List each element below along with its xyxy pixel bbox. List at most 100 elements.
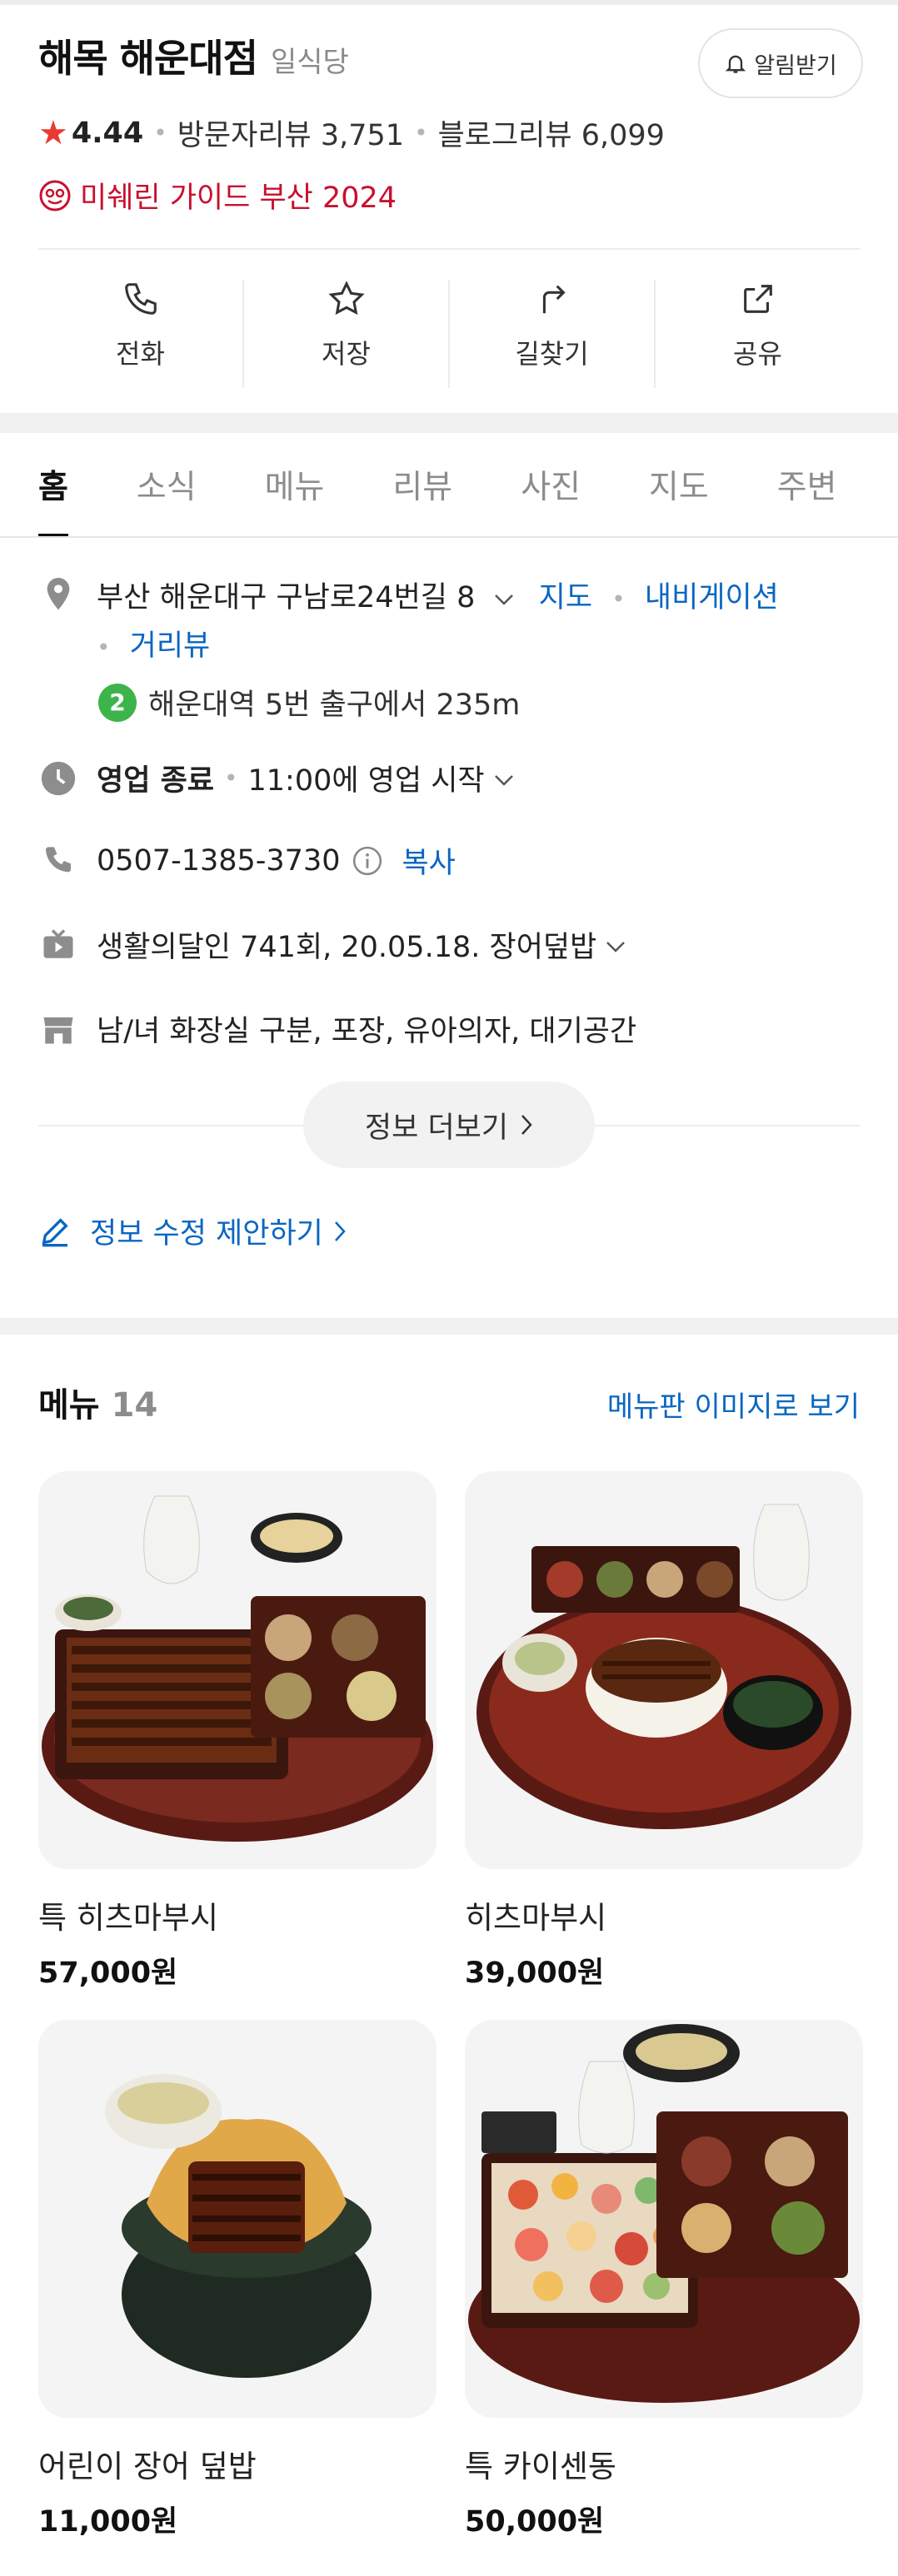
michelin-label: 미쉐린 가이드 부산 2024 [80, 182, 397, 215]
tab-bar: 홈 소식 메뉴 리뷰 사진 지도 주변 [0, 433, 898, 538]
tab-news[interactable]: 소식 [137, 433, 197, 536]
navigation-link[interactable]: 내비게이션 [645, 581, 779, 614]
call-button[interactable]: 전화 [38, 280, 244, 388]
chevron-right-icon [520, 1113, 533, 1136]
rating-score: 4.44 [71, 116, 144, 150]
menu-count: 14 [111, 1386, 158, 1425]
menu-header: 메뉴 14 메뉴판 이미지로 보기 [38, 1378, 860, 1426]
tab-menu[interactable]: 메뉴 [265, 433, 325, 536]
header-divider [38, 248, 860, 250]
more-info-button[interactable]: 정보 더보기 [303, 1082, 595, 1168]
menu-item-photo [465, 2020, 863, 2418]
amenities-text: 남/녀 화장실 구분, 포장, 유아의자, 대기공간 [97, 1015, 637, 1048]
menu-item[interactable]: 히츠마부시 39,000원 [465, 1471, 863, 1992]
phone-icon [38, 841, 78, 881]
menu-item-price: 11,000원 [38, 2505, 178, 2539]
tv-row[interactable]: 생활의달인 741회, 20.05.18. 장어덮밥 [38, 923, 860, 966]
star-icon [327, 281, 365, 316]
address-text: 부산 해운대구 구남로24번길 8 [97, 581, 476, 614]
section-gap [0, 1318, 898, 1335]
location-pin-icon [38, 574, 78, 614]
directions-icon [542, 285, 566, 314]
hours-next: 11:00에 영업 시작 [247, 764, 485, 798]
clock-icon [38, 758, 78, 798]
tab-reviews[interactable]: 리뷰 [392, 433, 452, 536]
chevron-down-icon[interactable] [493, 574, 515, 621]
map-link[interactable]: 지도 [539, 581, 592, 614]
pencil-icon [42, 1217, 68, 1246]
tab-home[interactable]: 홈 [38, 433, 68, 536]
place-name: 해목 해운대점 [38, 36, 258, 81]
menu-item-name: 어린이 장어 덮밥 [38, 2449, 257, 2484]
save-button[interactable]: 저장 [244, 280, 450, 388]
share-button[interactable]: 공유 [656, 280, 860, 388]
blog-reviews-link[interactable]: 블로그리뷰 6,099 [438, 112, 665, 154]
menu-title: 메뉴 14 [38, 1378, 157, 1426]
more-info-label: 정보 더보기 [364, 1111, 509, 1145]
copy-button[interactable]: 복사 [402, 839, 455, 882]
amenities-row: 남/녀 화장실 구분, 포장, 유아의자, 대기공간 [38, 1007, 860, 1050]
menu-item[interactable]: 특 카이센동 50,000원 [465, 2020, 863, 2540]
separator-dot: • [153, 119, 167, 147]
chevron-down-icon[interactable] [493, 762, 515, 795]
phone-icon [124, 283, 157, 315]
section-gap [0, 413, 898, 433]
bell-icon [726, 55, 746, 73]
menu-title-text: 메뉴 [38, 1386, 100, 1425]
visitor-reviews-link[interactable]: 방문자리뷰 3,751 [177, 112, 404, 154]
info-section: 부산 해운대구 구남로24번길 8 지도 • 내비게이션 • 거리뷰 2 해운대… [0, 538, 898, 1318]
save-label: 저장 [322, 338, 371, 370]
chevron-right-icon [333, 1220, 365, 1243]
menu-item-name: 히츠마부시 [465, 1900, 607, 1936]
subway-text: 해운대역 5번 출구에서 235m [148, 689, 521, 722]
info-icon[interactable] [352, 845, 383, 877]
menu-item-photo [38, 1471, 437, 1869]
subway-line-badge: 2 [98, 683, 137, 722]
menu-item-photo [465, 1471, 863, 1869]
place-category: 일식당 [270, 46, 349, 79]
hours-status: 영업 종료 [97, 764, 214, 798]
share-icon [743, 285, 772, 313]
tab-nearby[interactable]: 주변 [777, 433, 837, 536]
separator-dot: • [224, 764, 238, 792]
store-icon [38, 1009, 78, 1049]
suggest-edit-label: 정보 수정 제안하기 [90, 1217, 323, 1251]
michelin-icon [39, 180, 71, 211]
tab-photos[interactable]: 사진 [521, 433, 581, 536]
menu-item[interactable]: 어린이 장어 덮밥 11,000원 [38, 2020, 437, 2540]
menu-image-view-link[interactable]: 메뉴판 이미지로 보기 [607, 1384, 860, 1425]
subway-row: 2 해운대역 5번 출구에서 235m [98, 681, 860, 724]
separator-dot: • [611, 585, 626, 613]
roadview-link[interactable]: 거리뷰 [130, 629, 211, 663]
menu-grid: 특 히츠마부시 57,000원 히츠마부시 39,000원 어린이 장어 덮밥 … [38, 1471, 863, 2540]
address-block: 부산 해운대구 구남로24번길 8 지도 • 내비게이션 • 거리뷰 [97, 574, 779, 671]
address-row: 부산 해운대구 구남로24번길 8 지도 • 내비게이션 • 거리뷰 [38, 574, 860, 671]
alarm-button[interactable]: 알림받기 [698, 28, 863, 98]
hours-row[interactable]: 영업 종료 • 11:00에 영업 시작 [38, 757, 860, 799]
share-label: 공유 [733, 338, 782, 370]
menu-item[interactable]: 특 히츠마부시 57,000원 [38, 1471, 437, 1992]
directions-label: 길찾기 [515, 338, 589, 370]
tab-map[interactable]: 지도 [649, 433, 709, 536]
rating-row: ★ 4.44 • 방문자리뷰 3,751 • 블로그리뷰 6,099 [38, 112, 860, 154]
menu-item-price: 57,000원 [38, 1957, 178, 1990]
michelin-badge[interactable]: 미쉐린 가이드 부산 2024 [38, 174, 860, 216]
phone-row: 0507-1385-3730 복사 [38, 839, 860, 882]
separator-dot: • [414, 119, 428, 147]
chevron-down-icon[interactable] [605, 928, 626, 962]
phone-number[interactable]: 0507-1385-3730 [97, 844, 340, 878]
suggest-edit-link[interactable]: 정보 수정 제안하기 [38, 1210, 860, 1252]
menu-section: 메뉴 14 메뉴판 이미지로 보기 특 히츠마부시 57,000원 히츠마부시 … [0, 1335, 898, 2540]
menu-item-name: 특 히츠마부시 [38, 1900, 219, 1936]
rating-star-icon: ★ [38, 113, 68, 152]
directions-button[interactable]: 길찾기 [450, 280, 656, 388]
menu-item-price: 50,000원 [465, 2505, 605, 2539]
action-bar: 전화 저장 길찾기 공유 [38, 280, 860, 388]
separator-dot: • [97, 634, 111, 661]
call-label: 전화 [116, 338, 165, 370]
menu-item-name: 특 카이센동 [465, 2449, 616, 2484]
alarm-label: 알림받기 [754, 52, 837, 79]
tv-icon [38, 925, 78, 965]
tv-appearance: 생활의달인 741회, 20.05.18. 장어덮밥 [97, 931, 597, 964]
place-header: 해목 해운대점 일식당 알림받기 ★ 4.44 • 방문자리뷰 3,751 • … [0, 5, 898, 413]
